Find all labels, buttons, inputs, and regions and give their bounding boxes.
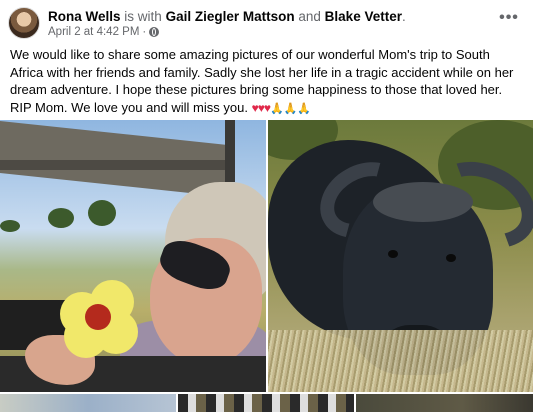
with-text: is with bbox=[124, 9, 162, 24]
trailing-dot: . bbox=[401, 9, 406, 24]
hibiscus-flower bbox=[60, 280, 140, 358]
globe-icon[interactable] bbox=[149, 27, 160, 37]
vehicle-roof-edge bbox=[0, 160, 225, 170]
strip-photo-3[interactable] bbox=[356, 394, 533, 412]
post-text: We would like to share some amazing pict… bbox=[10, 46, 525, 118]
post-timestamp[interactable]: April 2 at 4:42 PM bbox=[48, 25, 139, 39]
flower-center bbox=[85, 304, 111, 330]
meta-separator: · bbox=[142, 26, 147, 38]
author-name[interactable]: Rona Wells bbox=[48, 9, 121, 24]
post-meta: April 2 at 4:42 PM · bbox=[48, 25, 160, 39]
buffalo-eye bbox=[388, 250, 398, 258]
strip-photo-1[interactable] bbox=[0, 394, 176, 412]
post-attribution: Rona Wells is with Gail Ziegler Mattson … bbox=[48, 8, 406, 25]
tree bbox=[0, 220, 20, 232]
safari-vehicle-photo[interactable] bbox=[0, 120, 266, 392]
tagged-user-1[interactable]: Gail Ziegler Mattson bbox=[166, 9, 295, 24]
facebook-post: Rona Wells is with Gail Ziegler Mattson … bbox=[0, 0, 533, 412]
buffalo-eye bbox=[446, 254, 456, 262]
heart-emoji-icon: ♥♥♥ bbox=[251, 100, 271, 115]
vehicle-pillar bbox=[225, 120, 235, 182]
praying-hands-emoji-icon: 🙏🙏🙏 bbox=[269, 102, 312, 115]
author-avatar[interactable] bbox=[8, 7, 40, 39]
post-header: Rona Wells is with Gail Ziegler Mattson … bbox=[8, 6, 525, 40]
buffalo-horn-boss bbox=[373, 182, 473, 222]
buffalo-photo[interactable] bbox=[268, 120, 533, 392]
strip-photo-2[interactable] bbox=[178, 394, 354, 412]
and-text: and bbox=[298, 9, 321, 24]
tree bbox=[88, 200, 116, 226]
tagged-user-2[interactable]: Blake Vetter bbox=[325, 9, 402, 24]
more-options-button[interactable]: ••• bbox=[497, 10, 521, 31]
tree bbox=[48, 208, 74, 228]
photo-grid bbox=[0, 120, 533, 412]
tall-grass bbox=[268, 330, 533, 392]
vehicle-roof bbox=[0, 120, 230, 198]
